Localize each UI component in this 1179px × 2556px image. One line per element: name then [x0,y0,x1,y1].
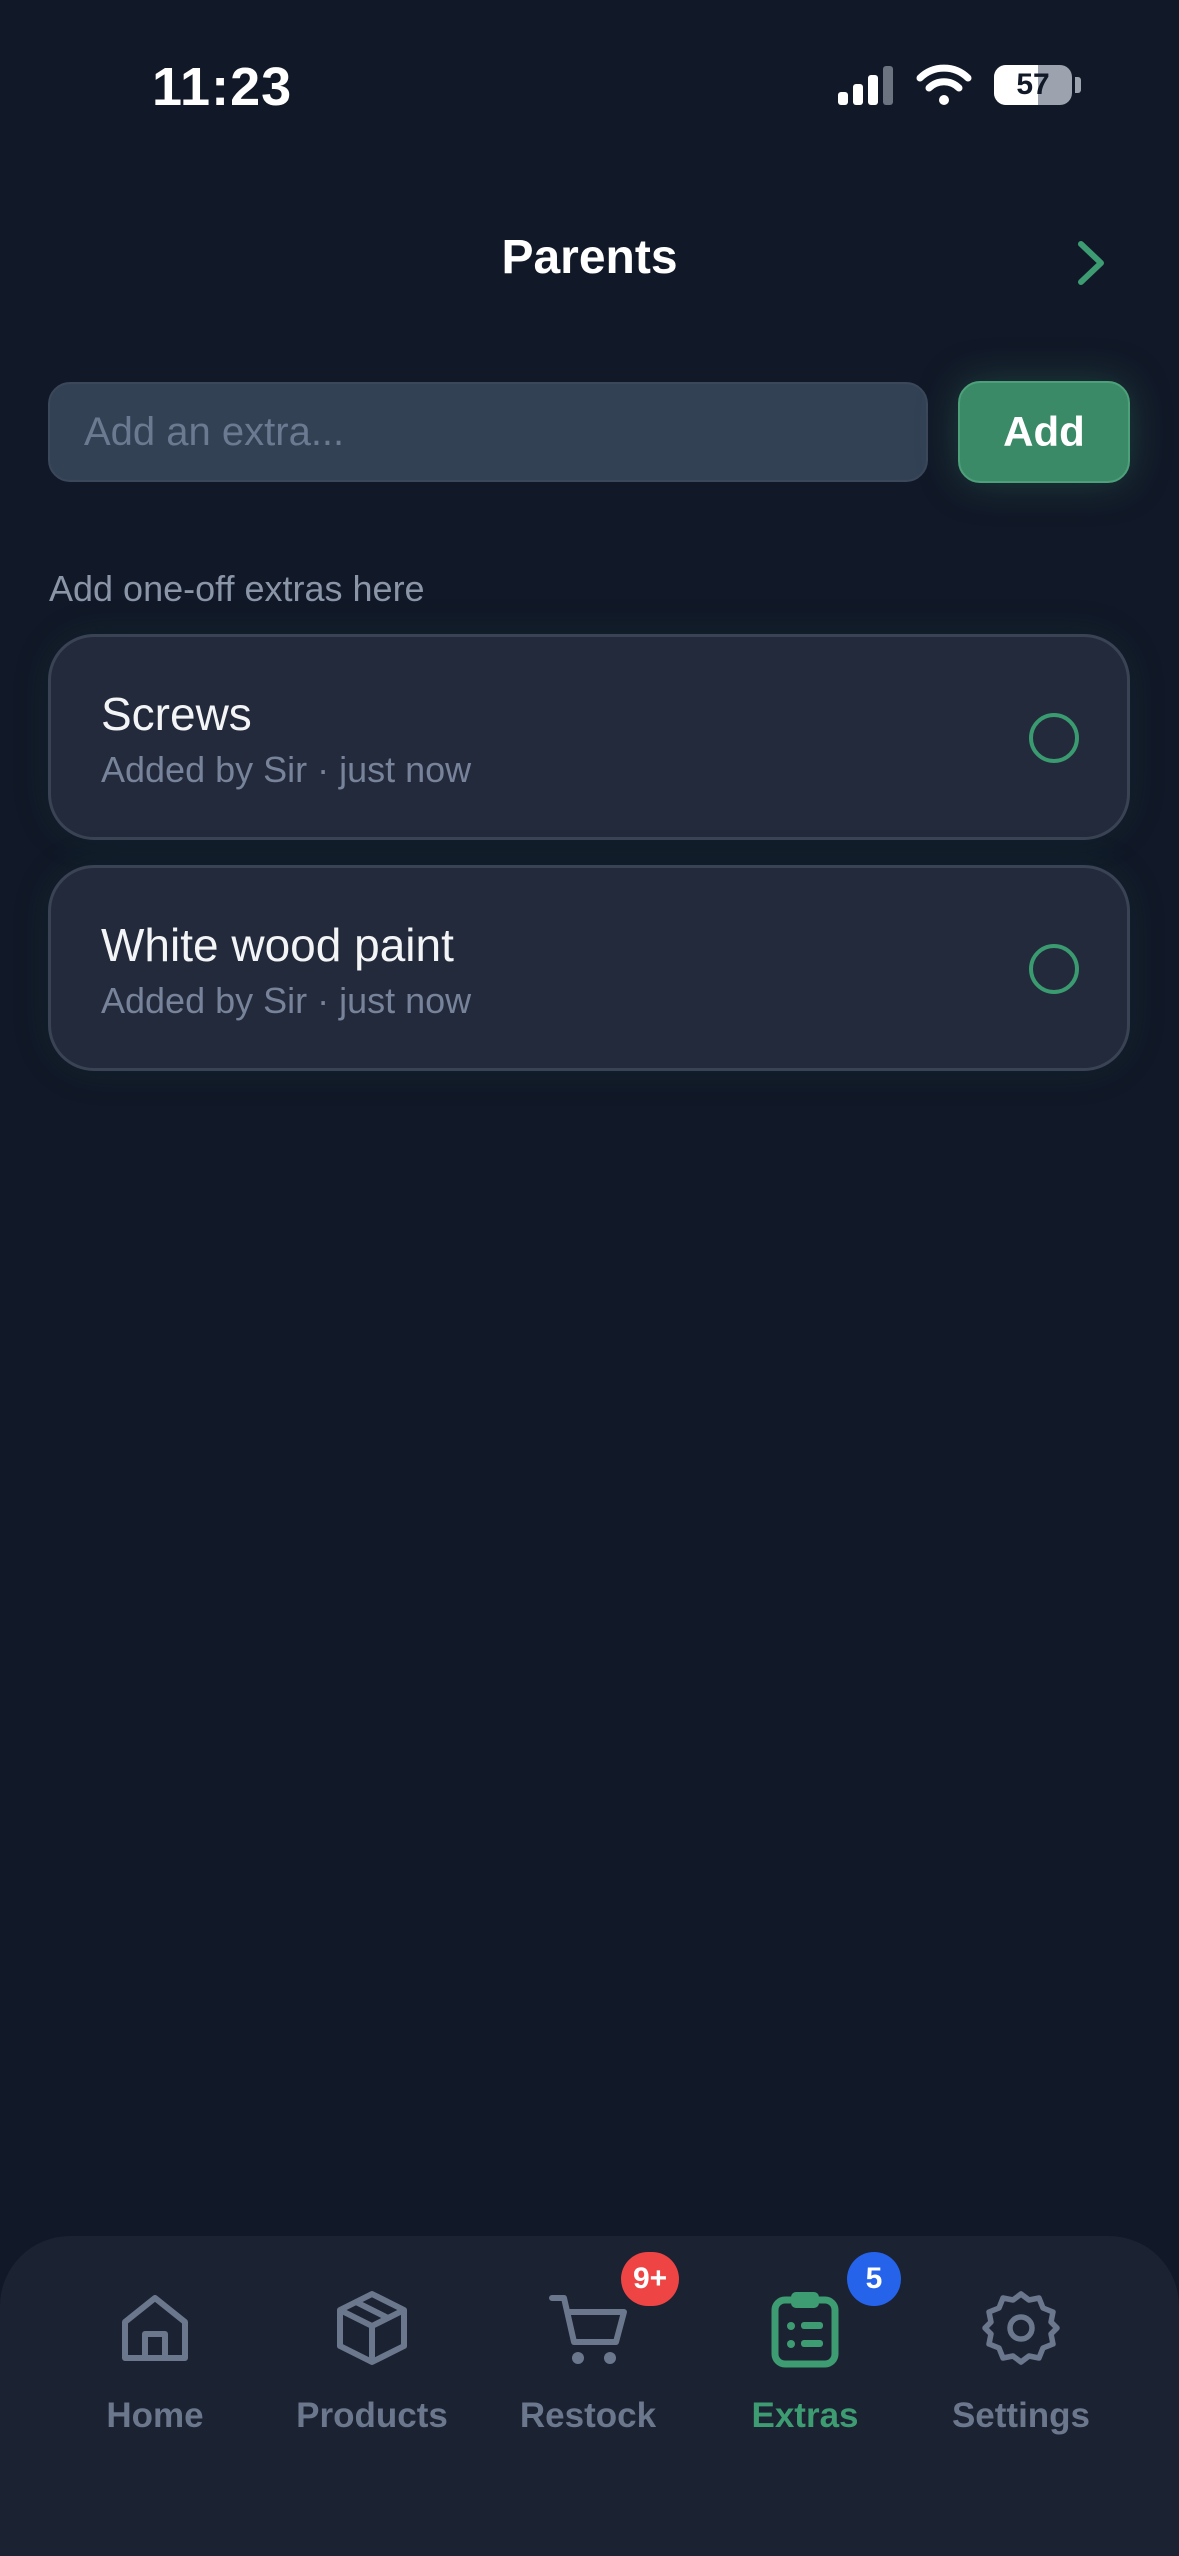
tab-label: Restock [519,2396,657,2435]
status-icons: 57 [836,64,1081,106]
tab-label: Home [106,2396,204,2435]
battery-percent: 57 [1016,68,1050,101]
status-time: 11:23 [152,57,293,117]
extras-list: Screws Added by Sir · just now White woo… [48,634,1130,1096]
home-icon [122,2295,188,2361]
tab-restock[interactable]: Restock 9+ [480,2236,696,2466]
tab-home[interactable]: Home [47,2236,263,2466]
tab-products[interactable]: Products [264,2236,480,2466]
restock-badge: 9+ [621,2252,680,2306]
gear-icon [982,2291,1060,2365]
tab-label: Products [296,2396,448,2435]
add-extra-input[interactable] [48,382,928,482]
tab-settings[interactable]: Settings [913,2236,1129,2466]
clipboard-list-icon [771,2292,839,2368]
hint-text: Add one-off extras here [49,568,425,609]
battery-icon: 57 [994,65,1072,105]
page-title: Parents [501,231,678,284]
status-bar: 11:23 57 [0,0,1179,175]
extras-badge: 5 [847,2252,901,2306]
tab-label: Settings [951,2396,1091,2435]
checkbox-circle[interactable] [1029,944,1079,994]
checkbox-circle[interactable] [1029,713,1079,763]
cart-icon [549,2295,627,2364]
battery-tip [1075,77,1081,93]
add-button[interactable]: Add [958,381,1130,483]
box-icon [337,2291,407,2365]
extra-meta: Added by Sir · just now [101,749,472,790]
extra-name: Screws [101,688,252,740]
tab-bar: Home Products Restock 9+ Extras 5 Settin… [0,2236,1179,2556]
cellular-signal-icon [838,66,893,105]
extra-name: White wood paint [101,919,454,971]
list-item[interactable]: Screws Added by Sir · just now [48,634,1130,840]
extra-meta: Added by Sir · just now [101,980,472,1021]
tab-label: Extras [751,2396,859,2435]
list-item[interactable]: White wood paint Added by Sir · just now [48,865,1130,1071]
wifi-icon [916,64,972,105]
chevron-right-icon[interactable] [1069,236,1113,290]
tab-extras[interactable]: Extras 5 [697,2236,913,2466]
